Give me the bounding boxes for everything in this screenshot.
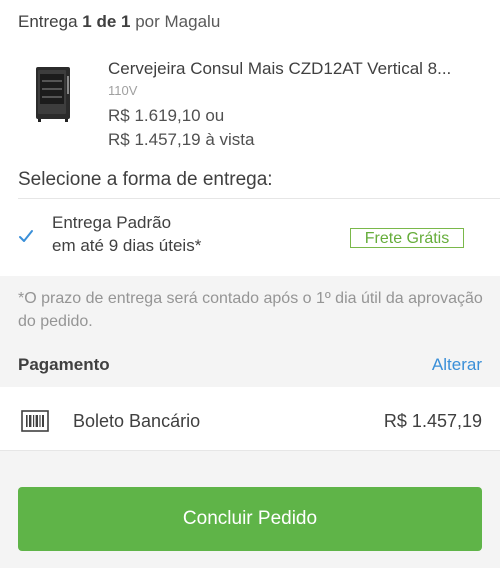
delivery-seller: por Magalu [135, 12, 221, 31]
product-price-installments: R$ 1.619,10 ou [108, 106, 225, 125]
check-icon [19, 230, 33, 242]
free-shipping-badge: Frete Grátis [350, 228, 464, 248]
product-image [36, 67, 70, 122]
delivery-label-prefix: Entrega [18, 12, 78, 31]
shipping-option-name: Entrega Padrão [52, 213, 172, 232]
shipping-section-title: Selecione a forma de entrega: [18, 169, 273, 190]
product-name: Cervejeira Consul Mais CZD12AT Vertical … [108, 59, 452, 78]
payment-method-name: Boleto Bancário [73, 411, 201, 431]
payment-title: Pagamento [18, 355, 110, 374]
product-voltage: 110V [108, 83, 138, 98]
payment-amount: R$ 1.457,19 [383, 411, 482, 431]
delivery-count: 1 de 1 [82, 12, 131, 31]
conclude-order-button[interactable]: Concluir Pedido [18, 487, 482, 551]
shipping-option-eta: em até 9 dias úteis* [52, 236, 202, 255]
barcode-icon [21, 410, 49, 432]
delivery-note: *O prazo de entrega será contado após o … [18, 290, 483, 330]
product-price-cash: R$ 1.457,19 à vista [108, 130, 255, 149]
delivery-header: Entrega 1 de 1 por Magalu [18, 12, 220, 32]
divider [18, 198, 500, 199]
change-payment-link[interactable]: Alterar [432, 355, 482, 375]
